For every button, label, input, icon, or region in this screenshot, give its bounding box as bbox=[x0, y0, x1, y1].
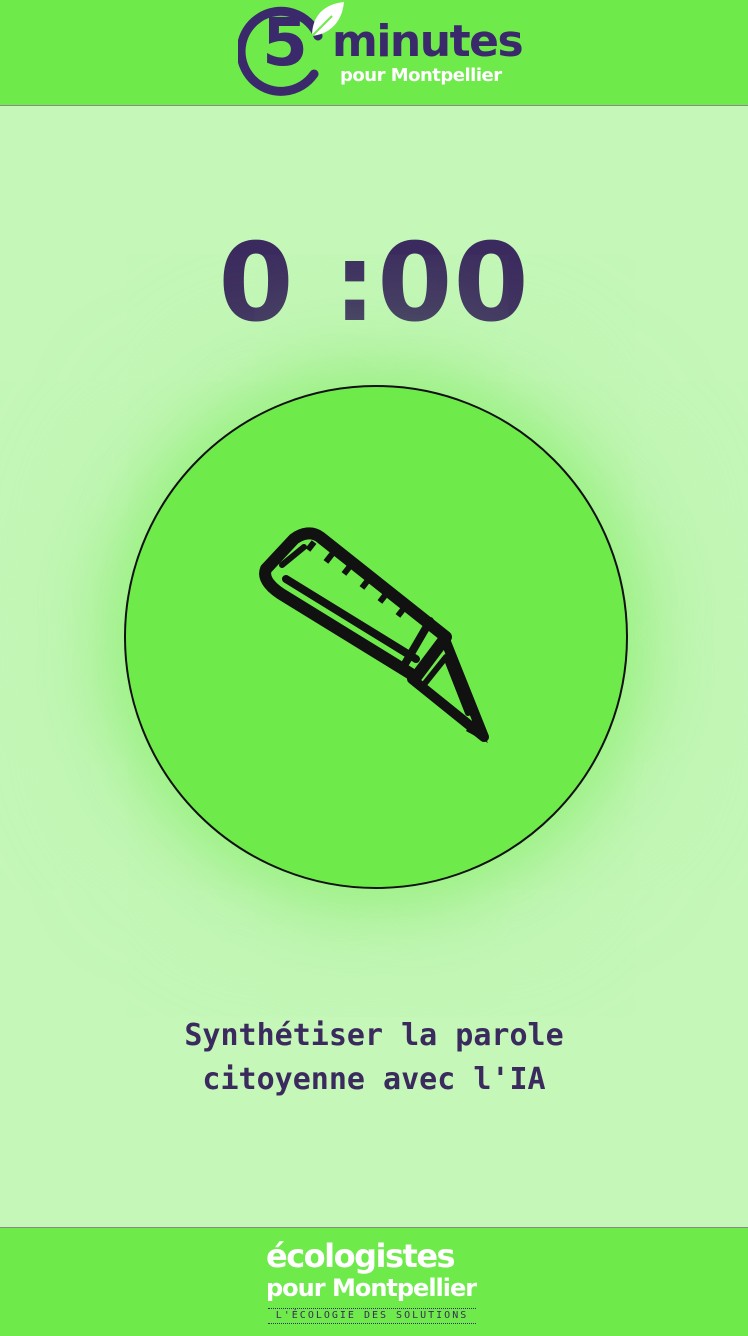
footer-bar: écologistes pour Montpellier L'ÉCOLOGIE … bbox=[0, 1227, 748, 1336]
app-screen: 5 minutes pour Montpellier 0 :00 Synthét… bbox=[0, 0, 748, 1336]
footer-logo-subtitle: pour Montpellier bbox=[266, 1274, 477, 1302]
logo-subtitle: pour Montpellier bbox=[340, 65, 502, 86]
pencil-icon bbox=[259, 527, 489, 743]
ecologistes-logo: écologistes pour Montpellier L'ÉCOLOGIE … bbox=[266, 1236, 486, 1332]
caption-line-1: Synthétiser la parole bbox=[184, 1018, 564, 1053]
caption-text: Synthétiser la parole citoyenne avec l'I… bbox=[0, 1014, 748, 1102]
footer-logo-word: écologistes bbox=[266, 1237, 456, 1275]
caption-line-2: citoyenne avec l'IA bbox=[202, 1062, 546, 1097]
footer-slogan: L'ÉCOLOGIE DES SOLUTIONS bbox=[268, 1308, 476, 1324]
header-bar: 5 minutes pour Montpellier bbox=[0, 0, 748, 106]
five-minutes-logo: 5 minutes pour Montpellier bbox=[236, 0, 526, 105]
logo-number: 5 bbox=[262, 4, 308, 81]
logo-word: minutes bbox=[332, 16, 524, 67]
record-button[interactable] bbox=[124, 385, 628, 889]
timer-display: 0 :00 bbox=[218, 221, 530, 346]
